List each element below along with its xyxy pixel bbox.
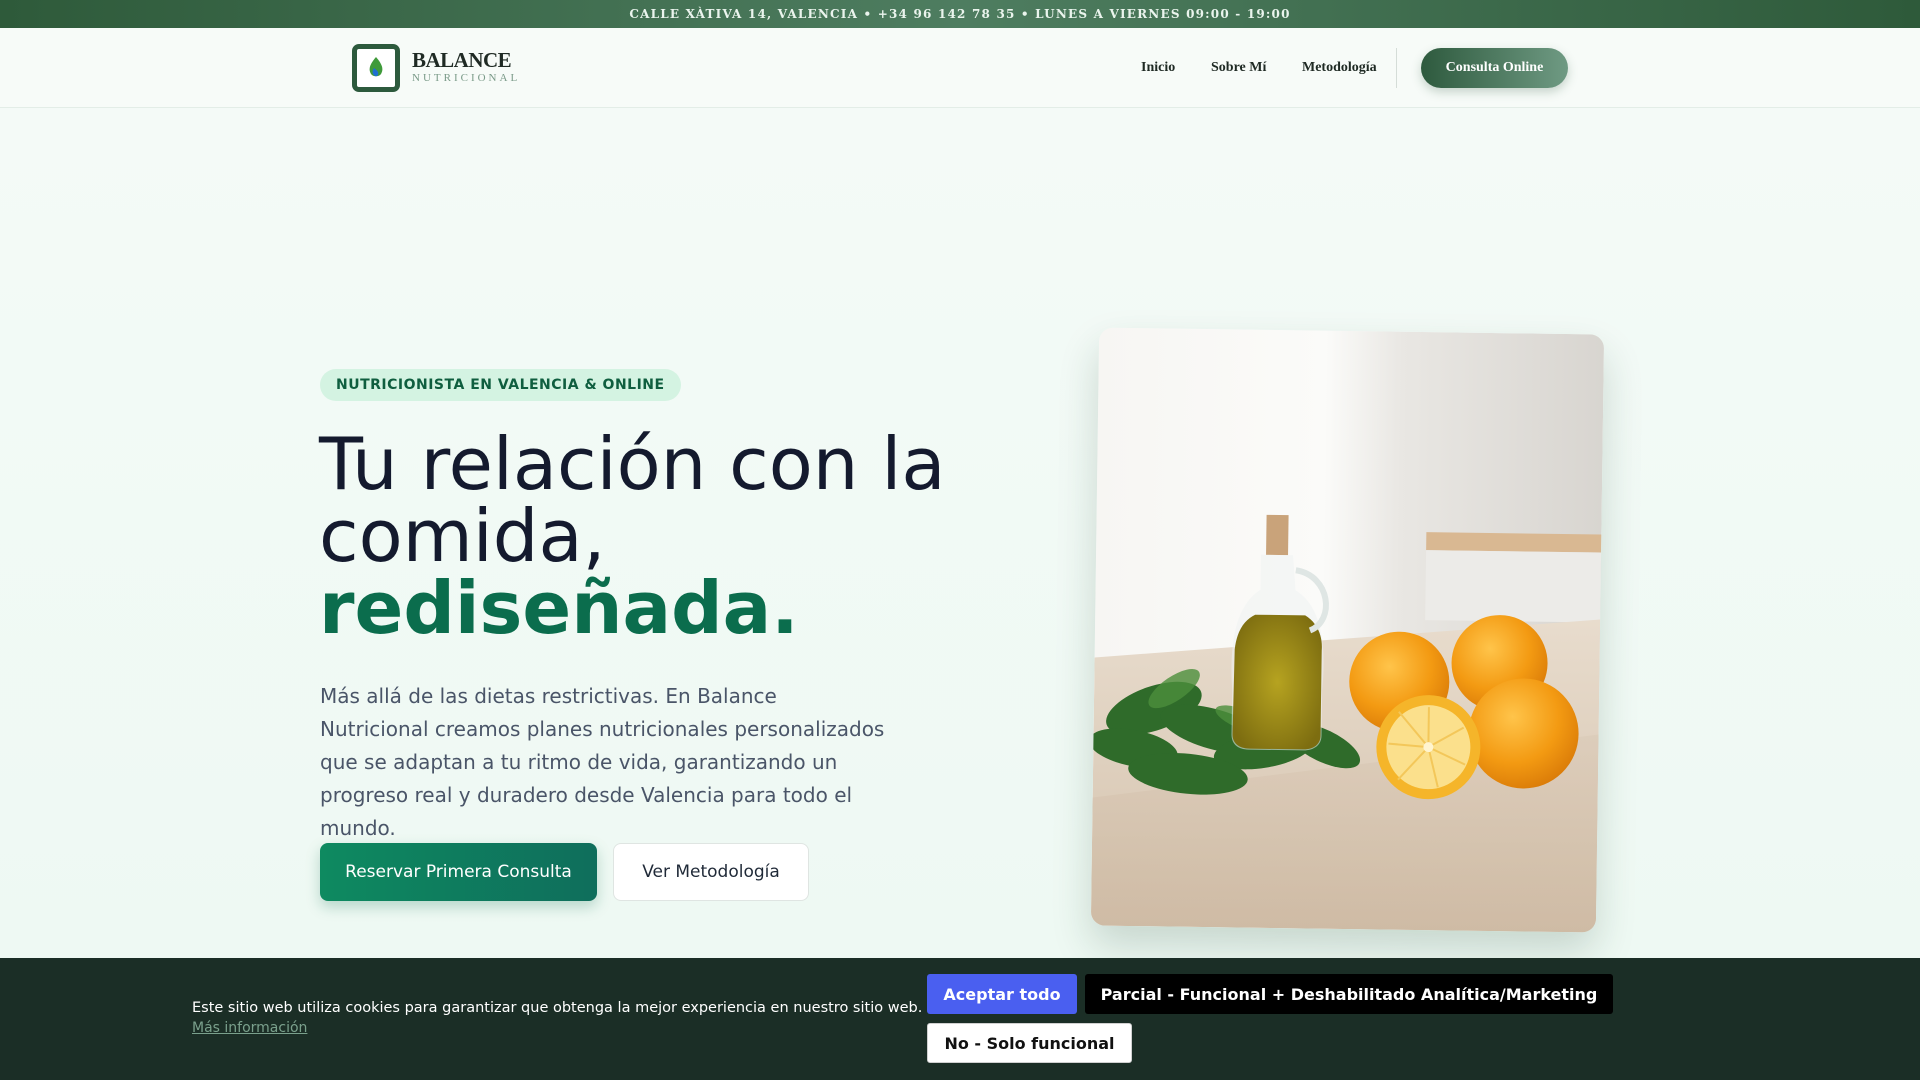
hero-title-line2: comida, — [319, 494, 606, 578]
cookie-message: Este sitio web utiliza cookies para gara… — [192, 1000, 923, 1016]
logo[interactable] — [352, 44, 400, 92]
ver-metodologia-button[interactable]: Ver Metodología — [613, 843, 809, 901]
hero-description: Más allá de las dietas restrictivas. En … — [320, 684, 885, 840]
nav-item-sobre-mi[interactable]: Sobre Mí — [1211, 60, 1266, 76]
food-still-life-illustration — [1090, 327, 1605, 933]
logo-title[interactable]: BALANCE — [412, 48, 512, 73]
hero-title: Tu relación con la comida, rediseñada. — [319, 428, 945, 644]
consulta-online-button[interactable]: Consulta Online — [1421, 48, 1568, 88]
logo-subtitle: NUTRICIONAL — [412, 72, 521, 84]
top-info-bar: CALLE XÀTIVA 14, VALENCIA • +34 96 142 7… — [0, 0, 1920, 28]
accept-all-cookies-button[interactable]: Aceptar todo — [927, 974, 1077, 1014]
leaf-drop-icon — [369, 57, 383, 77]
reservar-consulta-button[interactable]: Reservar Primera Consulta — [320, 843, 597, 901]
nav-divider — [1396, 48, 1397, 88]
hero-section — [0, 108, 1920, 958]
hero-title-line1: Tu relación con la — [319, 422, 946, 506]
hero-badge: NUTRICIONISTA EN VALENCIA & ONLINE — [320, 369, 681, 401]
nav-item-metodologia[interactable]: Metodología — [1302, 60, 1377, 76]
nav-item-inicio[interactable]: Inicio — [1141, 60, 1175, 76]
functional-only-cookies-button[interactable]: No - Solo funcional — [927, 1023, 1132, 1063]
partial-cookies-button[interactable]: Parcial - Funcional + Deshabilitado Anal… — [1085, 974, 1613, 1014]
hero-image — [1090, 327, 1605, 933]
site-header: BALANCE NUTRICIONAL Inicio Sobre Mí Meto… — [0, 28, 1920, 108]
cookie-more-info-link[interactable]: Más información — [192, 1020, 307, 1036]
contact-info: CALLE XÀTIVA 14, VALENCIA • +34 96 142 7… — [629, 7, 1291, 21]
hero-title-accent: rediseñada. — [319, 566, 799, 650]
